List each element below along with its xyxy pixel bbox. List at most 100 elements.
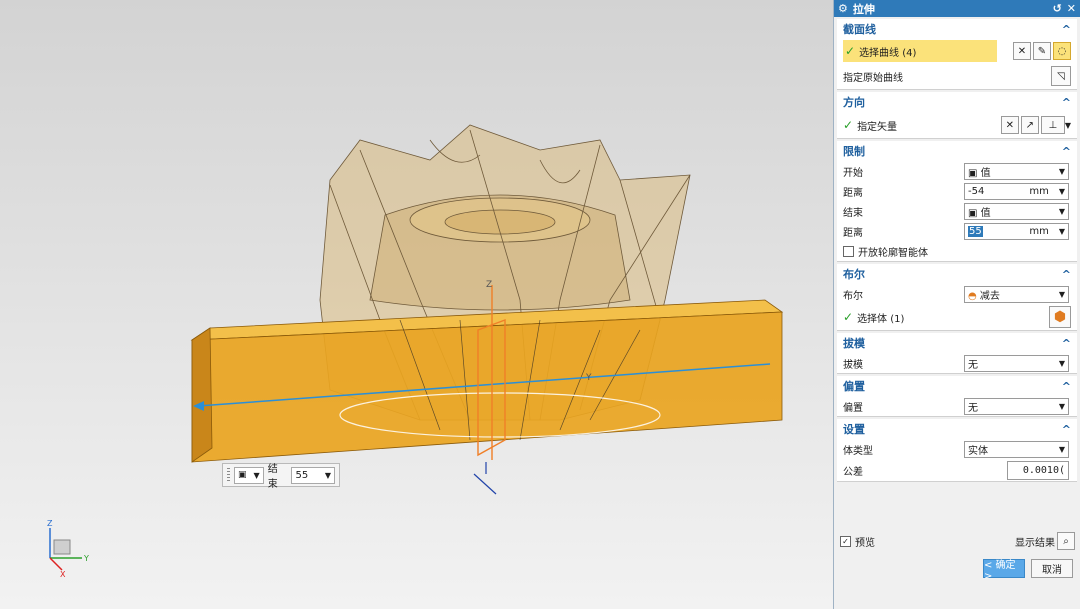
collapse-icon[interactable]: ^ bbox=[1062, 96, 1071, 109]
offset-group: 偏置 ^ 偏置 无 ▼ bbox=[837, 376, 1077, 417]
solid-body-icon[interactable]: ⬢ bbox=[1049, 306, 1071, 328]
offset-value: 无 bbox=[968, 402, 978, 414]
boolean-header[interactable]: 布尔 ^ bbox=[837, 264, 1077, 284]
draft-row: 拔模 无 ▼ bbox=[837, 353, 1077, 373]
open-profile-label: 开放轮廓智能体 bbox=[858, 247, 928, 259]
chevron-down-icon: ▼ bbox=[324, 470, 332, 480]
deselect-icon[interactable]: ✕ bbox=[1013, 42, 1031, 60]
search-icon[interactable]: ⌕ bbox=[1057, 532, 1075, 550]
draft-value: 无 bbox=[968, 359, 978, 371]
settings-group: 设置 ^ 体类型 实体 ▼ 公差 0.0010( bbox=[837, 419, 1077, 482]
draft-select[interactable]: 无 ▼ bbox=[964, 354, 1069, 372]
boolean-label: 布尔 bbox=[843, 290, 863, 302]
section-curve-header[interactable]: 截面线 ^ bbox=[837, 19, 1077, 39]
start-select[interactable]: ▣ 值 ▼ bbox=[964, 162, 1069, 180]
section-title: 偏置 bbox=[843, 380, 865, 393]
ok-button[interactable]: < 确定 > bbox=[983, 559, 1025, 582]
end-distance-select[interactable]: 55 ▼ bbox=[291, 466, 336, 484]
chevron-down-icon: ▼ bbox=[253, 470, 260, 480]
end-distance-value: 55 bbox=[968, 225, 983, 237]
reset-icon[interactable]: ↺ bbox=[1053, 2, 1062, 15]
tolerance-row: 公差 0.0010( bbox=[837, 459, 1077, 481]
model-scene: Z Y bbox=[190, 124, 784, 495]
open-profile-checkbox[interactable] bbox=[843, 245, 854, 257]
specify-origin-row: 指定原始曲线 ◹ bbox=[837, 63, 1077, 89]
view-triad[interactable]: Z Y X bbox=[40, 518, 100, 578]
vector-type-icon[interactable]: ⊥ bbox=[1040, 116, 1065, 134]
section-title: 截面线 bbox=[843, 23, 876, 36]
collapse-icon[interactable]: ^ bbox=[1062, 145, 1071, 158]
end-distance-input[interactable]: 55 mm ▼ bbox=[964, 222, 1069, 240]
check-icon: ✓ bbox=[843, 118, 854, 132]
draft-header[interactable]: 拔模 ^ bbox=[837, 333, 1077, 353]
draft-label: 拔模 bbox=[843, 359, 863, 371]
limit-type-button[interactable]: ▣ ▼ bbox=[233, 466, 264, 484]
draft-group: 拔模 ^ 拔模 无 ▼ bbox=[837, 333, 1077, 374]
specify-vector-label: 指定矢量 bbox=[857, 121, 898, 133]
start-distance-input[interactable]: -54 mm ▼ bbox=[964, 182, 1069, 200]
settings-header[interactable]: 设置 ^ bbox=[837, 419, 1077, 439]
vector-dialog-icon[interactable]: ↗ bbox=[1020, 116, 1039, 134]
direction-header[interactable]: 方向 ^ bbox=[837, 92, 1077, 112]
offset-select[interactable]: 无 ▼ bbox=[964, 397, 1069, 415]
boolean-select[interactable]: ◓ 减去 ▼ bbox=[964, 285, 1069, 303]
chevron-down-icon: ▼ bbox=[1058, 358, 1065, 368]
chevron-down-icon: ▼ bbox=[1058, 444, 1065, 454]
select-curve-label: 选择曲线 (4) bbox=[859, 47, 917, 59]
cancel-button[interactable]: 取消 bbox=[1031, 559, 1073, 578]
tolerance-value: 0.0010( bbox=[1022, 464, 1065, 476]
start-distance-row: 距离 -54 mm ▼ bbox=[837, 181, 1077, 201]
collapse-icon[interactable]: ^ bbox=[1062, 337, 1071, 350]
dialog-titlebar: ⚙ 拉伸 ↺ ✕ bbox=[834, 0, 1080, 17]
end-distance-value: 55 bbox=[295, 469, 309, 481]
subtract-icon: ◓ bbox=[968, 290, 977, 302]
collapse-icon[interactable]: ^ bbox=[1062, 423, 1071, 436]
collapse-icon[interactable]: ^ bbox=[1062, 23, 1071, 36]
graphics-viewport[interactable]: Z Y ▣ ▼ 结束 55 ▼ Z Y X bbox=[0, 0, 833, 609]
end-select[interactable]: ▣ 值 ▼ bbox=[964, 202, 1069, 220]
unit-label: mm bbox=[1029, 185, 1049, 197]
body-type-select[interactable]: 实体 ▼ bbox=[964, 440, 1069, 458]
end-row: 结束 ▣ 值 ▼ bbox=[837, 201, 1077, 221]
open-profile-row: 开放轮廓智能体 bbox=[837, 241, 1077, 261]
select-curve-field[interactable]: ✓ 选择曲线 (4) bbox=[843, 40, 997, 62]
close-icon[interactable]: ✕ bbox=[1067, 2, 1076, 15]
reverse-direction-icon[interactable]: ✕ bbox=[1000, 116, 1019, 134]
collapse-icon[interactable]: ^ bbox=[1062, 380, 1071, 393]
grip-icon[interactable] bbox=[227, 468, 230, 482]
chevron-down-icon: ▼ bbox=[1058, 226, 1065, 236]
sketch-icon[interactable]: ✎ bbox=[1033, 42, 1051, 60]
boolean-row: 布尔 ◓ 减去 ▼ bbox=[837, 284, 1077, 304]
preview-checkbox[interactable]: ✓ bbox=[840, 535, 851, 547]
select-curve-row: ✓ 选择曲线 (4) ✕ ✎ ◌ bbox=[837, 39, 1077, 63]
select-body-row: ✓ 选择体 (1) ⬢ bbox=[837, 304, 1077, 330]
end-distance-row: 距离 55 mm ▼ bbox=[837, 221, 1077, 241]
check-icon: ✓ bbox=[843, 310, 854, 324]
section-curve-group: 截面线 ^ ✓ 选择曲线 (4) ✕ ✎ ◌ 指定原始曲线 ◹ bbox=[837, 19, 1077, 90]
section-title: 布尔 bbox=[843, 268, 865, 281]
body-type-label: 体类型 bbox=[843, 445, 873, 457]
origin-curve-icon[interactable]: ◹ bbox=[1051, 66, 1071, 86]
start-distance-value: -54 bbox=[968, 185, 985, 197]
tolerance-input[interactable]: 0.0010( bbox=[1007, 460, 1069, 480]
distance-label: 距离 bbox=[843, 187, 863, 199]
unit-label: mm bbox=[1029, 225, 1049, 237]
dialog-footer: ✓ 预览 显示结果 ⌕ < 确定 > 取消 bbox=[834, 531, 1080, 582]
collapse-icon[interactable]: ^ bbox=[1062, 268, 1071, 281]
curve-icon[interactable]: ◌ bbox=[1053, 42, 1071, 60]
dialog-title: 拉伸 bbox=[852, 2, 875, 16]
section-title: 设置 bbox=[843, 423, 865, 436]
select-body-label: 选择体 (1) bbox=[857, 313, 905, 325]
triad-x: X bbox=[60, 570, 66, 578]
direction-group: 方向 ^ ✓ 指定矢量 ✕ ↗ ⊥ ▼ bbox=[837, 92, 1077, 139]
rectangular-block bbox=[190, 299, 784, 463]
boolean-group: 布尔 ^ 布尔 ◓ 减去 ▼ ✓ 选择体 (1) ⬢ bbox=[837, 264, 1077, 331]
preview-label: 预览 bbox=[855, 537, 875, 549]
chevron-down-icon[interactable]: ▼ bbox=[1065, 121, 1071, 130]
specify-vector-row: ✓ 指定矢量 ✕ ↗ ⊥ ▼ bbox=[837, 112, 1077, 138]
limits-header[interactable]: 限制 ^ bbox=[837, 141, 1077, 161]
offset-header[interactable]: 偏置 ^ bbox=[837, 376, 1077, 396]
chevron-down-icon: ▼ bbox=[1058, 186, 1065, 196]
cube-icon: ▣ bbox=[968, 207, 978, 219]
offset-row: 偏置 无 ▼ bbox=[837, 396, 1077, 416]
